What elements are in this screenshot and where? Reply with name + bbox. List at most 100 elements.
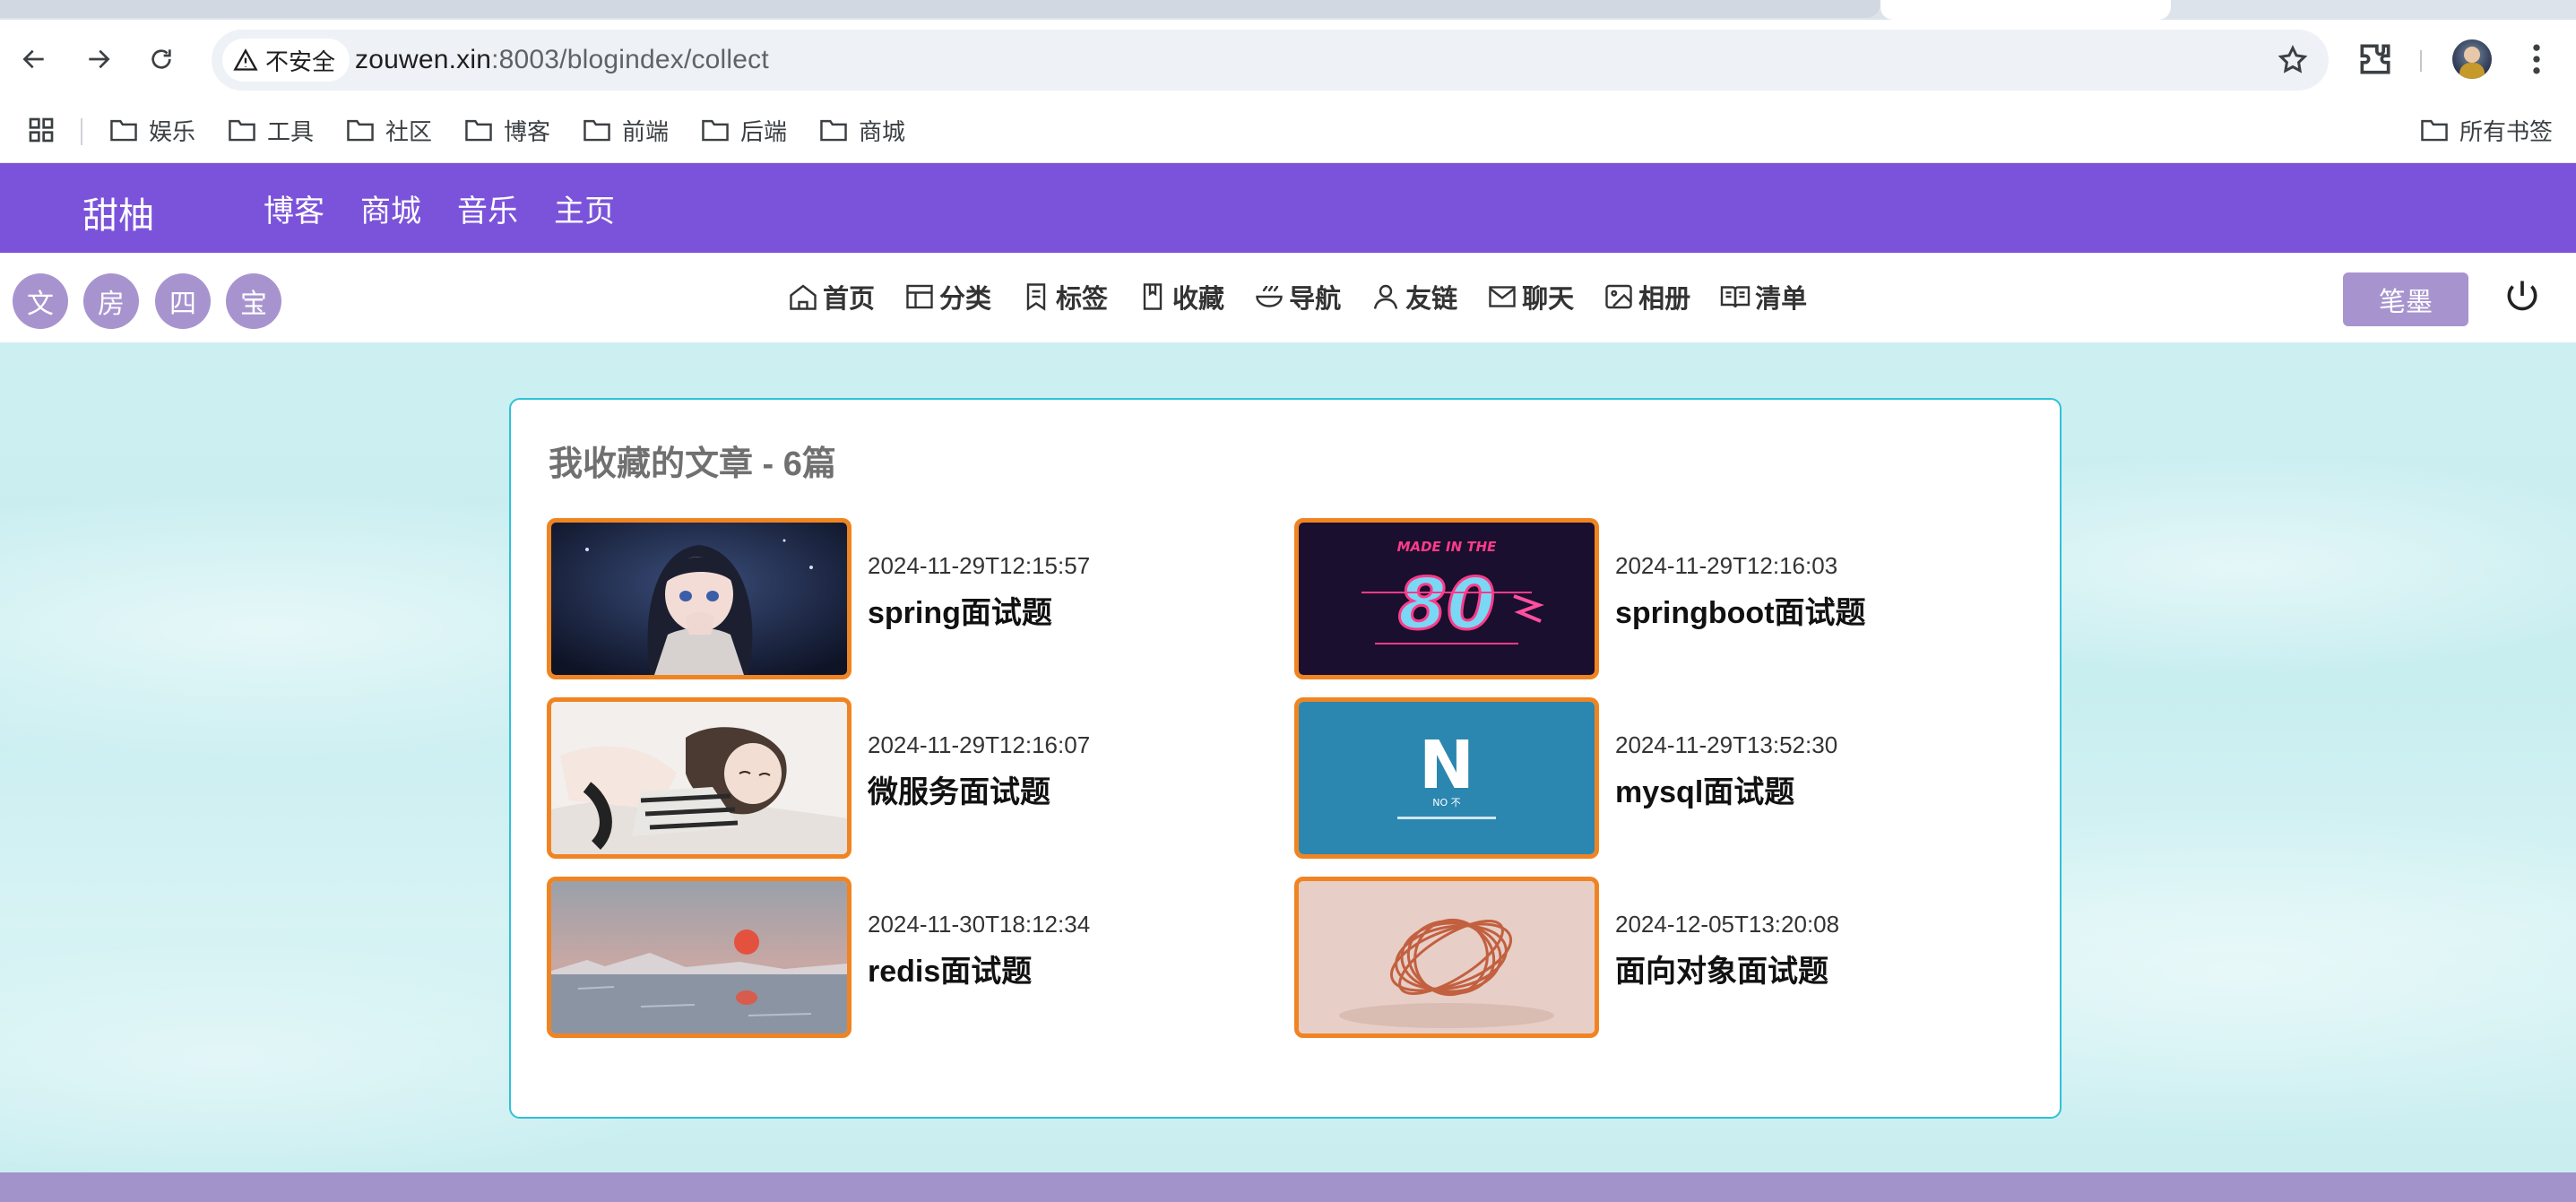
url-text[interactable]: zouwen.xin:8003/blogindex/collect bbox=[355, 45, 769, 75]
post-thumbnail[interactable] bbox=[1294, 877, 1599, 1038]
security-chip[interactable]: 不安全 bbox=[222, 39, 350, 82]
favorites-panel: 我收藏的文章 - 6篇 2024-11-29T12:15:57 spring面试… bbox=[509, 398, 2062, 1119]
menu-item-chat[interactable]: 聊天 bbox=[1486, 278, 1574, 316]
folder-icon bbox=[465, 119, 492, 142]
site-logo[interactable]: 甜柚 bbox=[82, 186, 154, 238]
post-date: 2024-11-29T12:16:07 bbox=[868, 731, 1091, 758]
more-menu-icon[interactable] bbox=[2517, 39, 2556, 79]
tag-icon bbox=[1026, 283, 1046, 311]
menu-item-album[interactable]: 相册 bbox=[1603, 278, 1690, 316]
write-button[interactable]: 笔墨 bbox=[2343, 272, 2468, 326]
forward-arrow-icon bbox=[89, 49, 110, 69]
profile-avatar[interactable] bbox=[2452, 39, 2492, 79]
menu-item-label: 聊天 bbox=[1522, 285, 1575, 314]
user-icon bbox=[1373, 284, 1398, 309]
post-title[interactable]: redis面试题 bbox=[868, 947, 1032, 990]
toolbar-divider bbox=[2420, 50, 2422, 72]
all-bookmarks[interactable]: 所有书签 bbox=[2420, 111, 2553, 149]
forward-button[interactable] bbox=[77, 38, 120, 81]
apps-grid-icon[interactable] bbox=[27, 116, 56, 144]
favorite-post-card[interactable]: 2024-11-29T12:16:07 微服务面试题 bbox=[547, 697, 1264, 859]
post-thumbnail[interactable] bbox=[547, 518, 851, 679]
menu-item-category[interactable]: 分类 bbox=[903, 278, 991, 316]
post-date: 2024-11-29T12:15:57 bbox=[868, 552, 1091, 579]
address-bar[interactable]: 不安全 zouwen.xin:8003/blogindex/collect bbox=[212, 30, 2329, 91]
menu-item-label: 相册 bbox=[1638, 285, 1691, 314]
nav-link-blog[interactable]: 博客 bbox=[264, 186, 324, 230]
anime-sleeping-icon bbox=[551, 702, 847, 854]
blog-subnav: 文 房 四 宝 首页 分类 标签 收藏 导航 友链 聊天 相册 清单 笔墨 bbox=[0, 253, 2576, 342]
menu-item-navigation[interactable]: 导航 bbox=[1253, 278, 1341, 316]
back-button[interactable] bbox=[13, 38, 56, 81]
nav-link-home[interactable]: 主页 bbox=[554, 186, 615, 230]
post-thumbnail[interactable]: MADE IN THE 80 bbox=[1294, 518, 1599, 679]
post-date: 2024-11-30T18:12:34 bbox=[868, 911, 1091, 938]
favorite-post-card[interactable]: MADE IN THE 80 2024-11-29T12:16:03 sprin… bbox=[1294, 518, 2011, 679]
bookmark-icon bbox=[1143, 283, 1163, 310]
svg-text:80: 80 bbox=[1398, 565, 1496, 645]
circle-button-bao[interactable]: 宝 bbox=[226, 273, 281, 329]
mail-icon bbox=[1489, 286, 1516, 307]
favorite-post-card[interactable]: 2024-11-30T18:12:34 redis面试题 bbox=[547, 877, 1264, 1038]
folder-icon bbox=[2421, 119, 2448, 142]
post-title[interactable]: spring面试题 bbox=[868, 588, 1052, 632]
footer-strip bbox=[0, 1172, 2576, 1202]
menu-item-home[interactable]: 首页 bbox=[787, 278, 875, 316]
nav-link-shop[interactable]: 商城 bbox=[360, 186, 421, 230]
back-arrow-icon bbox=[22, 49, 44, 69]
bookmark-star-icon[interactable] bbox=[2277, 44, 2309, 76]
copper-rings-icon bbox=[1299, 881, 1595, 1033]
avatar-body bbox=[2459, 63, 2485, 79]
post-title[interactable]: mysql面试题 bbox=[1615, 767, 1794, 811]
bowl-icon bbox=[1256, 285, 1283, 307]
menu-item-label: 清单 bbox=[1755, 285, 1808, 314]
bookmark-folder[interactable]: 后端 bbox=[701, 111, 787, 149]
post-thumbnail[interactable] bbox=[547, 877, 851, 1038]
menu-item-tags[interactable]: 标签 bbox=[1020, 278, 1108, 316]
menu-item-list[interactable]: 清单 bbox=[1719, 278, 1807, 316]
favorite-post-card[interactable]: 2024-11-29T12:15:57 spring面试题 bbox=[547, 518, 1264, 679]
nav-link-music[interactable]: 音乐 bbox=[457, 186, 518, 230]
circle-button-wen[interactable]: 文 bbox=[13, 273, 68, 329]
reload-button[interactable] bbox=[140, 38, 183, 81]
folder-icon bbox=[702, 119, 729, 142]
bookmark-folder[interactable]: 娱乐 bbox=[109, 111, 195, 149]
post-title[interactable]: springboot面试题 bbox=[1615, 588, 1866, 632]
bookmark-folder[interactable]: 工具 bbox=[228, 111, 314, 149]
menu-item-label: 分类 bbox=[939, 285, 992, 314]
inactive-tab[interactable] bbox=[0, 0, 1880, 18]
folder-icon bbox=[820, 119, 847, 142]
bookmark-label: 商城 bbox=[859, 117, 906, 145]
bookmarks-divider bbox=[81, 118, 82, 145]
svg-text:N: N bbox=[1419, 727, 1474, 804]
menu-item-friends[interactable]: 友链 bbox=[1370, 278, 1457, 316]
post-thumbnail[interactable]: N NO 不 bbox=[1294, 697, 1599, 859]
favorite-post-card[interactable]: N NO 不 2024-11-29T13:52:30 mysql面试题 bbox=[1294, 697, 2011, 859]
url-host: zouwen.xin bbox=[355, 45, 492, 74]
bookmark-folder[interactable]: 前端 bbox=[583, 111, 669, 149]
sunset-sea-icon bbox=[551, 881, 847, 1033]
power-icon[interactable] bbox=[2503, 276, 2542, 316]
active-tab[interactable] bbox=[1880, 0, 2171, 20]
circle-button-fang[interactable]: 房 bbox=[83, 273, 139, 329]
bookmark-folder[interactable]: 商城 bbox=[819, 111, 905, 149]
menu-item-label: 导航 bbox=[1289, 285, 1342, 314]
folder-icon bbox=[347, 119, 374, 142]
url-path: :8003/blogindex/collect bbox=[491, 45, 769, 74]
post-title[interactable]: 微服务面试题 bbox=[868, 767, 1050, 811]
post-title[interactable]: 面向对象面试题 bbox=[1615, 947, 1828, 990]
menu-item-favorites[interactable]: 收藏 bbox=[1137, 278, 1224, 316]
bookmark-label: 前端 bbox=[622, 117, 670, 145]
bookmark-label: 社区 bbox=[385, 117, 433, 145]
bookmark-label: 娱乐 bbox=[149, 117, 196, 145]
post-thumbnail[interactable] bbox=[547, 697, 851, 859]
retro-made-in-the-80s-icon: MADE IN THE 80 bbox=[1299, 523, 1595, 675]
circle-button-si[interactable]: 四 bbox=[155, 273, 211, 329]
menu-item-label: 收藏 bbox=[1172, 285, 1225, 314]
favorite-post-card[interactable]: 2024-12-05T13:20:08 面向对象面试题 bbox=[1294, 877, 2011, 1038]
extensions-puzzle-icon[interactable] bbox=[2356, 39, 2395, 79]
folder-icon bbox=[110, 119, 137, 142]
bookmark-folder[interactable]: 社区 bbox=[346, 111, 432, 149]
bookmark-folder[interactable]: 博客 bbox=[464, 111, 550, 149]
security-label: 不安全 bbox=[265, 48, 336, 75]
